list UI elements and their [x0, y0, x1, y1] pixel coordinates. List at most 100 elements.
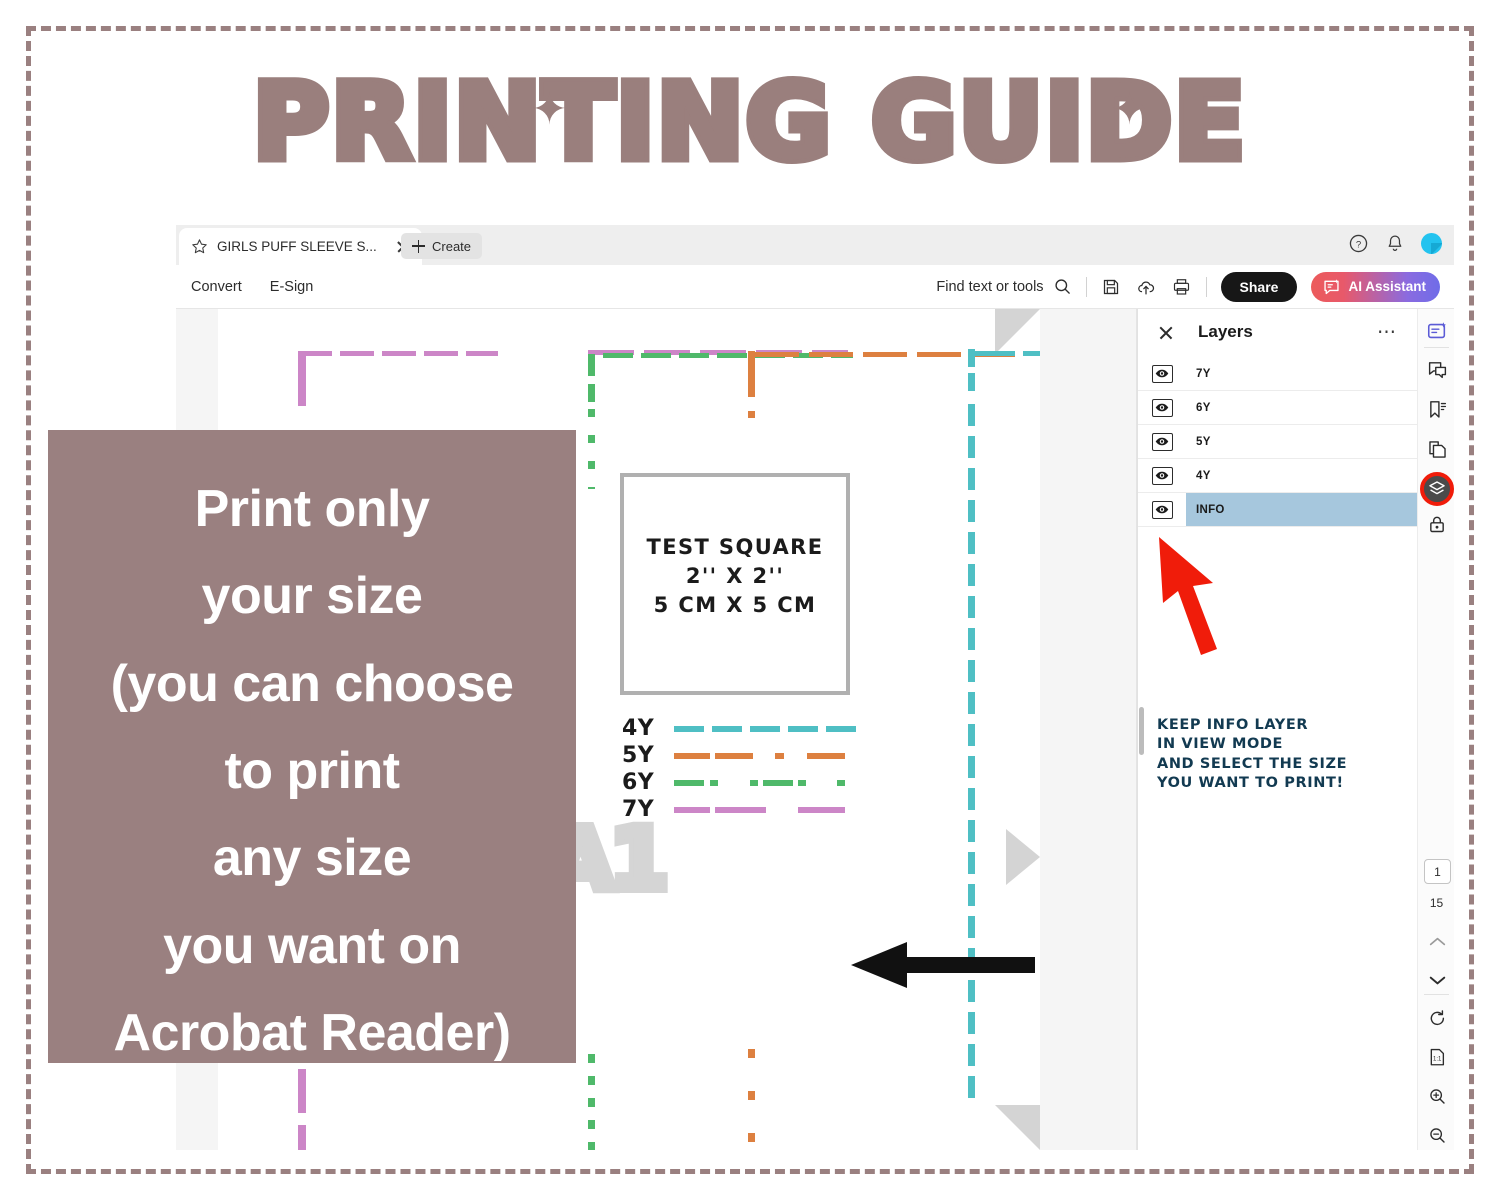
- search-placeholder: Find text or tools: [936, 278, 1044, 295]
- star-icon: [192, 239, 207, 254]
- layer-visibility-toggle-5y[interactable]: [1138, 432, 1186, 451]
- more-options-icon[interactable]: ⋯: [1377, 323, 1398, 342]
- pattern-line-4y-top: [975, 351, 1040, 356]
- rotate-icon[interactable]: [1423, 1004, 1451, 1032]
- fit-page-icon[interactable]: 1:1: [1423, 1043, 1451, 1071]
- plus-icon: [412, 239, 425, 253]
- chevron-down-icon[interactable]: [1423, 966, 1451, 994]
- legend-line-7y: [674, 806, 862, 813]
- eye-icon: [1151, 500, 1173, 519]
- scrollbar-thumb[interactable]: [1139, 707, 1144, 755]
- page-corner-marker-mid: [1006, 829, 1040, 885]
- eye-icon: [1151, 364, 1173, 383]
- pattern-line-7y-vert-bottom: [298, 1069, 306, 1150]
- layer-row-7y[interactable]: 7Y: [1138, 357, 1418, 391]
- test-square-line3: 5 CM X 5 CM: [653, 592, 817, 617]
- layer-visibility-toggle-4y[interactable]: [1138, 466, 1186, 485]
- layer-visibility-toggle-6y[interactable]: [1138, 398, 1186, 417]
- instruction-overlay: Print only your size (you can choose to …: [48, 430, 576, 1063]
- legend-label-5y: 5Y: [622, 743, 655, 768]
- header-icon-group: ?: [1348, 233, 1442, 254]
- eye-icon: [1151, 398, 1173, 417]
- zoom-in-icon[interactable]: [1423, 1082, 1451, 1110]
- share-button[interactable]: Share: [1220, 271, 1298, 302]
- annotation-arrow-icon: [1159, 537, 1217, 655]
- zoom-out-icon[interactable]: [1423, 1121, 1451, 1149]
- size-legend: 4Y 5Y 6Y 7Y: [622, 715, 862, 823]
- layer-visibility-toggle-7y[interactable]: [1138, 364, 1186, 383]
- page-title: PRINTING GUIDE: [248, 61, 1249, 183]
- svg-text:1:1: 1:1: [1433, 1056, 1442, 1062]
- eye-icon: [1151, 466, 1173, 485]
- pattern-corner-6y: [588, 354, 595, 402]
- close-icon[interactable]: [1158, 325, 1174, 341]
- page-thumbnails-icon[interactable]: [1423, 435, 1451, 463]
- legend-label-4y: 4Y: [622, 716, 655, 741]
- bookmark-icon[interactable]: [1423, 395, 1451, 423]
- legend-row-4y: 4Y: [622, 715, 862, 742]
- avatar[interactable]: [1421, 233, 1442, 254]
- pattern-corner-7y: [298, 351, 306, 406]
- layer-visibility-toggle-info[interactable]: [1138, 500, 1186, 519]
- legend-label-6y: 6Y: [622, 770, 655, 795]
- document-tab[interactable]: GIRLS PUFF SLEEVE S...: [179, 228, 422, 265]
- search-input[interactable]: Find text or tools: [936, 277, 1071, 296]
- layer-row-4y[interactable]: 4Y: [1138, 459, 1418, 493]
- layer-row-info[interactable]: INFO: [1138, 493, 1418, 527]
- layers-panel-header: Layers ⋯: [1138, 309, 1418, 357]
- pattern-line-5y-vert-bottom: [748, 1049, 755, 1150]
- notifications-bell-icon[interactable]: [1385, 233, 1405, 254]
- instruction-overlay-text: Print only your size (you can choose to …: [110, 480, 514, 1063]
- eye-icon: [1151, 432, 1173, 451]
- create-tab-button[interactable]: Create: [401, 233, 483, 259]
- rail-divider-2: [1424, 994, 1449, 995]
- legend-line-4y: [674, 725, 862, 732]
- legend-row-6y: 6Y: [622, 769, 862, 796]
- right-tool-rail: 1 15 1:1: [1417, 309, 1454, 1150]
- search-icon: [1054, 279, 1070, 294]
- ai-edit-icon[interactable]: [1423, 317, 1451, 345]
- annotation-text: KEEP INFO LAYER IN VIEW MODE AND SELECT …: [1157, 717, 1348, 791]
- test-square-line1: TEST SQUARE: [646, 535, 824, 559]
- pattern-corner-5y: [748, 351, 755, 397]
- esign-menu[interactable]: E-Sign: [270, 279, 314, 295]
- help-icon[interactable]: ?: [1348, 233, 1369, 254]
- ai-assistant-button[interactable]: AI Assistant: [1311, 271, 1440, 302]
- poster-canvas: PRINTING GUIDE ✦ ✦ GIRLS PUFF SLEEVE S..…: [0, 0, 1500, 1200]
- layer-name-5y: 5Y: [1196, 435, 1211, 448]
- layer-name-4y: 4Y: [1196, 469, 1211, 482]
- print-icon[interactable]: [1171, 277, 1192, 297]
- layer-name-info: INFO: [1186, 493, 1418, 526]
- pattern-line-6y-vert-top: [588, 409, 595, 489]
- rail-divider: [1424, 347, 1449, 348]
- layer-row-6y[interactable]: 6Y: [1138, 391, 1418, 425]
- cloud-upload-icon[interactable]: [1135, 277, 1157, 297]
- layers-panel-scrollbar[interactable]: [1137, 309, 1145, 1150]
- save-icon[interactable]: [1101, 277, 1121, 297]
- ai-assistant-label: AI Assistant: [1348, 279, 1426, 294]
- page-corner-marker-bottom: [995, 1105, 1040, 1150]
- layers-panel-title: Layers: [1198, 322, 1253, 341]
- chevron-up-icon[interactable]: [1423, 927, 1451, 955]
- legend-line-5y: [674, 752, 862, 759]
- pattern-corner-4y: [968, 349, 975, 391]
- toolbar-divider-2: [1205, 276, 1207, 297]
- page-number-input[interactable]: 1: [1424, 859, 1451, 884]
- test-square-line2: 2'' X 2'': [685, 563, 785, 588]
- convert-menu[interactable]: Convert: [191, 279, 242, 295]
- document-tab-label: GIRLS PUFF SLEEVE S...: [217, 239, 377, 254]
- svg-text:?: ?: [1356, 239, 1361, 250]
- layer-name-7y: 7Y: [1196, 367, 1211, 380]
- toolbar: Convert E-Sign Find text or tools Share …: [176, 265, 1454, 309]
- pattern-line-4y-vert: [968, 404, 975, 1104]
- lock-icon[interactable]: [1423, 510, 1451, 538]
- layer-name-6y: 6Y: [1196, 401, 1211, 414]
- create-tab-label: Create: [432, 238, 472, 254]
- layer-row-5y[interactable]: 5Y: [1138, 425, 1418, 459]
- tab-bar: GIRLS PUFF SLEEVE S... Create ?: [176, 225, 1454, 266]
- title-star-icon-1: ✦: [531, 84, 568, 135]
- comment-icon[interactable]: [1423, 355, 1451, 383]
- page-corner-marker-top: [995, 309, 1040, 354]
- layers-icon[interactable]: [1420, 472, 1454, 506]
- test-square: TEST SQUARE 2'' X 2'' 5 CM X 5 CM: [620, 473, 850, 695]
